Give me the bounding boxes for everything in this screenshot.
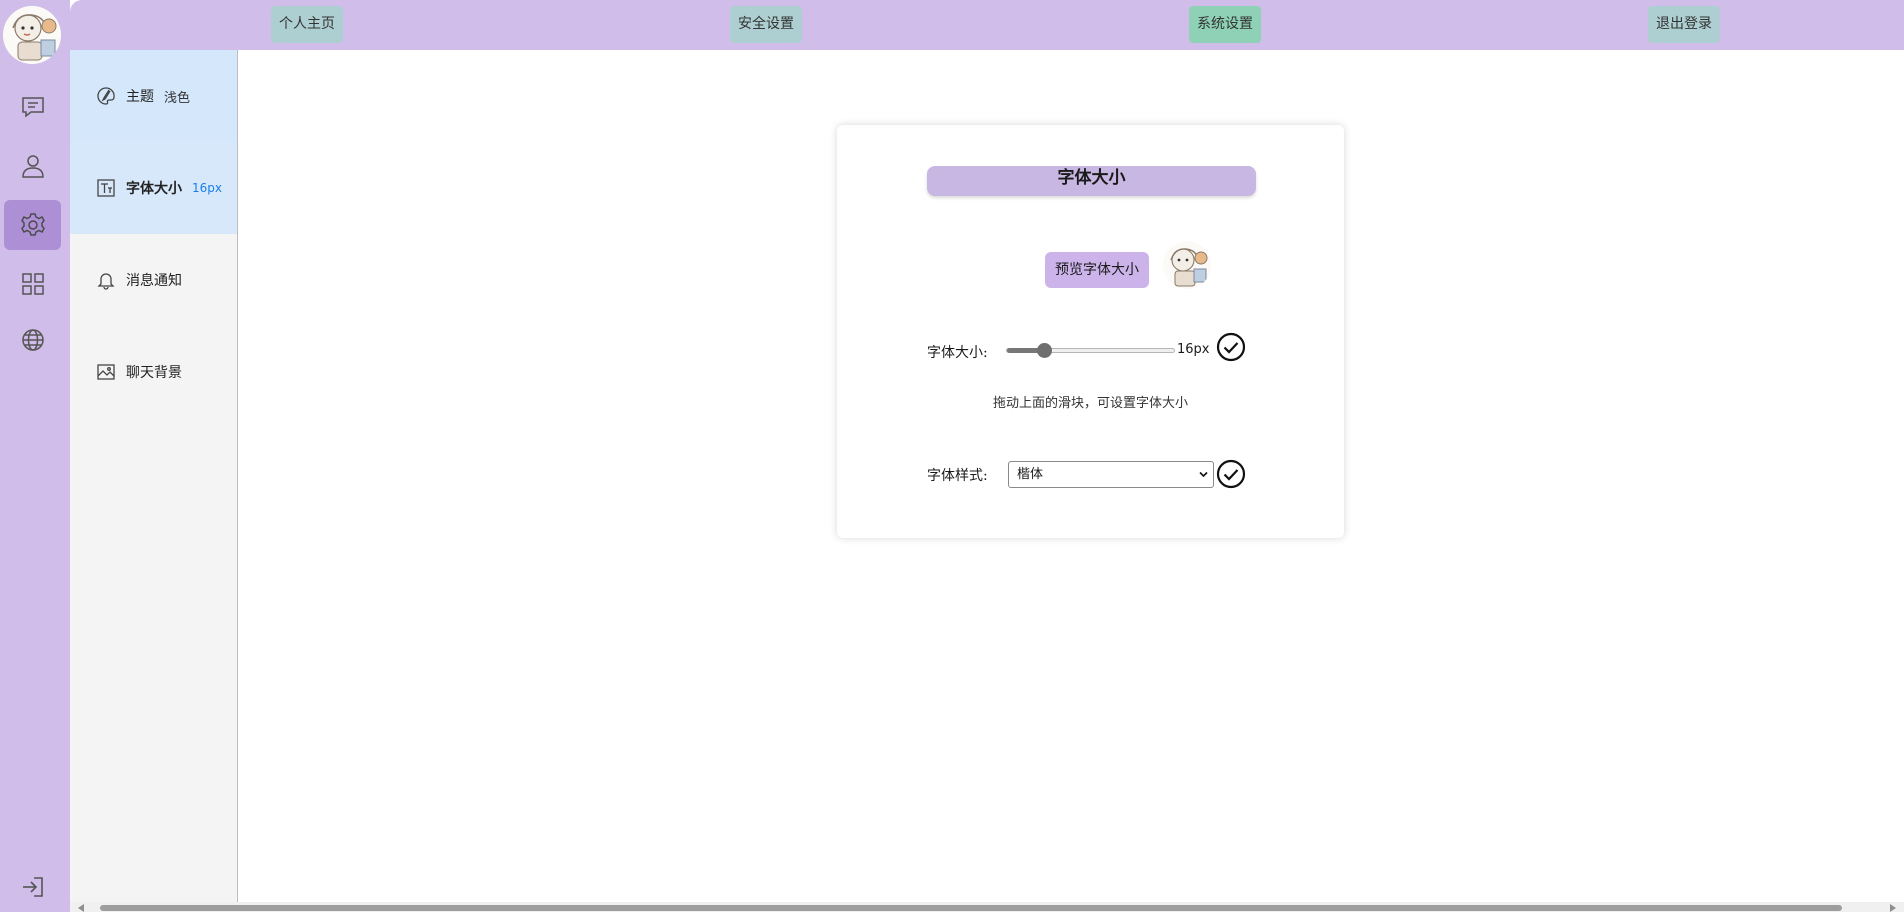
sign-out-icon xyxy=(22,877,43,897)
sidebar-item-theme[interactable]: 主题 浅色 xyxy=(70,50,237,142)
scrollbar-thumb[interactable] xyxy=(100,905,1842,911)
settings-sidebar: 主题 浅色 字体大小 16px 消息通知 聊天背景 xyxy=(70,50,238,912)
top-nav-bar: 个人主页 安全设置 系统设置 退出登录 xyxy=(70,0,1904,50)
sidebar-item-value: 浅色 xyxy=(164,90,191,106)
confirm-size-check-icon[interactable] xyxy=(1216,332,1246,362)
rail-messages-button[interactable] xyxy=(4,82,61,132)
font-size-icon xyxy=(97,179,115,197)
message-icon xyxy=(21,97,44,118)
tab-security-settings[interactable]: 安全设置 xyxy=(730,6,802,43)
font-style-selected-value: 楷体 xyxy=(1017,467,1044,482)
rail-settings-button[interactable] xyxy=(4,200,61,250)
scroll-right-arrow-icon[interactable] xyxy=(1890,904,1896,912)
preview-message-bubble: 预览字体大小 xyxy=(1045,252,1149,288)
user-icon xyxy=(21,155,44,178)
image-icon xyxy=(97,364,115,380)
bell-icon xyxy=(97,273,115,290)
font-style-label: 字体样式: xyxy=(927,468,988,484)
confirm-style-check-icon[interactable] xyxy=(1216,459,1246,489)
sidebar-item-chat-background[interactable]: 聊天背景 xyxy=(70,326,237,418)
icon-rail xyxy=(0,0,70,912)
scroll-left-arrow-icon[interactable] xyxy=(78,904,84,912)
tab-system-settings[interactable]: 系统设置 xyxy=(1189,6,1261,43)
rail-logout-button[interactable] xyxy=(4,862,61,912)
sidebar-item-label: 聊天背景 xyxy=(126,365,182,381)
chevron-down-icon xyxy=(1199,471,1208,478)
sidebar-item-label: 字体大小 xyxy=(126,181,182,197)
sidebar-item-label: 主题 xyxy=(126,89,154,105)
font-size-label: 字体大小: xyxy=(927,345,988,361)
sidebar-item-label: 消息通知 xyxy=(126,273,182,289)
slider-hint: 拖动上面的滑块，可设置字体大小 xyxy=(992,396,1188,411)
sidebar-item-font-size[interactable]: 字体大小 16px xyxy=(70,142,237,234)
rail-web-button[interactable] xyxy=(4,315,61,365)
user-avatar[interactable] xyxy=(3,6,61,64)
grid-icon xyxy=(21,273,44,295)
slider-thumb[interactable] xyxy=(1037,343,1052,358)
rail-apps-button[interactable] xyxy=(4,259,61,309)
sidebar-item-notifications[interactable]: 消息通知 xyxy=(70,234,237,326)
horizontal-scrollbar[interactable] xyxy=(70,902,1904,912)
sidebar-item-value: 16px xyxy=(192,181,222,195)
tab-personal-home[interactable]: 个人主页 xyxy=(271,6,343,43)
preview-avatar xyxy=(1163,241,1211,289)
globe-icon xyxy=(21,329,44,351)
rail-contacts-button[interactable] xyxy=(4,141,61,191)
font-size-value: 16px xyxy=(1177,342,1210,357)
palette-icon xyxy=(97,87,115,105)
font-size-card: 字体大小 预览字体大小 字体大小: 16px 拖动上面的滑块，可设置字体大小 字… xyxy=(837,125,1344,538)
gear-icon xyxy=(20,213,45,236)
font-size-slider[interactable] xyxy=(1006,343,1175,358)
card-title: 字体大小 xyxy=(927,166,1256,196)
font-style-select[interactable]: 楷体 xyxy=(1008,461,1214,488)
tab-logout[interactable]: 退出登录 xyxy=(1648,6,1720,43)
